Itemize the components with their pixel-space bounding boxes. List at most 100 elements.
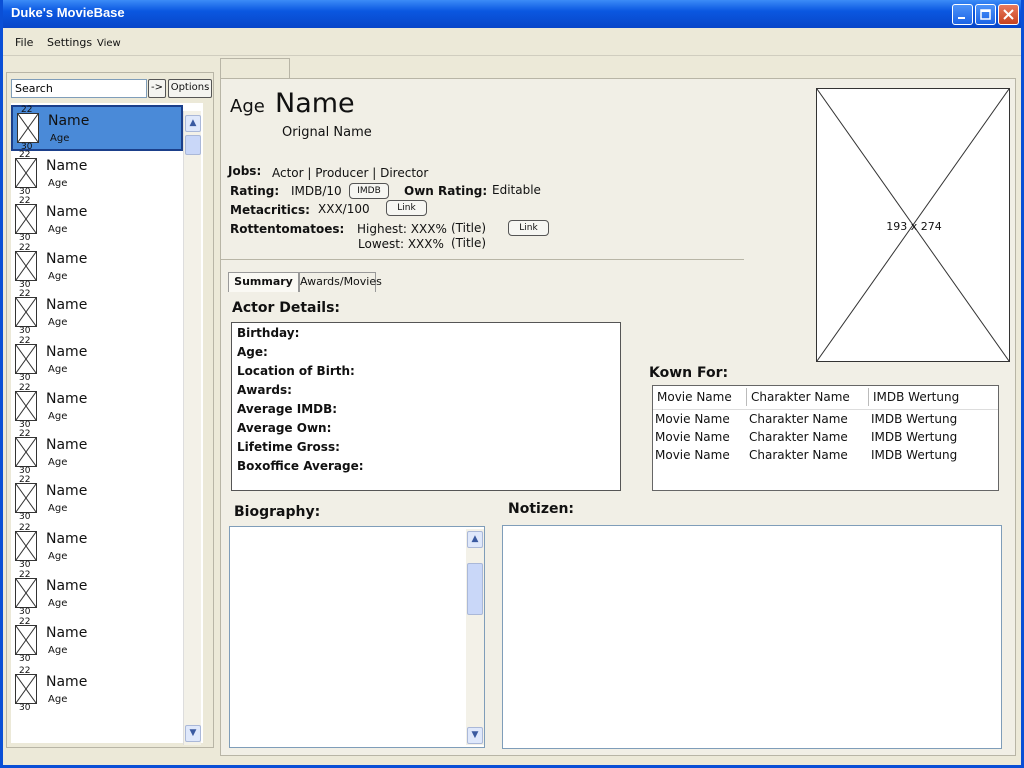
scroll-down-icon[interactable]: ▼ xyxy=(467,727,483,744)
window-title: Duke's MovieBase xyxy=(11,5,125,20)
column-header-imdb[interactable]: IMDB Wertung xyxy=(873,390,959,404)
actor-thumbnail-icon xyxy=(15,437,37,467)
table-cell[interactable]: Movie Name xyxy=(655,448,730,462)
thumb-bottom-number: 30 xyxy=(19,560,31,570)
tab-summary[interactable]: Summary xyxy=(228,272,299,292)
list-item-age: Age xyxy=(48,224,68,235)
list-item[interactable]: 22 30 Name Age xyxy=(11,150,183,198)
list-item-age: Age xyxy=(48,551,68,562)
list-item[interactable]: 22 30 Name Age xyxy=(11,197,183,244)
scroll-thumb[interactable] xyxy=(185,135,201,155)
thumb-top-number: 22 xyxy=(19,150,31,160)
close-button[interactable] xyxy=(998,4,1019,25)
rotten-link-button[interactable]: Link xyxy=(508,220,549,236)
tab-awards-movies[interactable]: Awards/Movies xyxy=(299,272,382,292)
search-go-button[interactable]: -> xyxy=(148,79,166,98)
table-cell[interactable]: IMDB Wertung xyxy=(871,412,957,426)
rottentomatoes-label: Rottentomatoes: xyxy=(230,222,345,236)
actor-thumbnail-icon xyxy=(15,344,37,374)
detail-boxoffice-average: Boxoffice Average: xyxy=(237,459,364,473)
thumb-bottom-number: 30 xyxy=(19,512,31,522)
thumb-top-number: 22 xyxy=(19,475,31,485)
list-item-name: Name xyxy=(46,344,88,360)
actor-list[interactable]: 22 30 Name Age 22 30 Name Age 22 30 Name Age 22 30 Nam… xyxy=(11,103,203,743)
own-rating-value[interactable]: Editable xyxy=(492,183,541,197)
metacritics-label: Metacritics: xyxy=(230,203,310,217)
poster-image: 193 x 274 xyxy=(816,88,1010,362)
column-header-character[interactable]: Charakter Name xyxy=(751,390,850,404)
options-button[interactable]: Options xyxy=(168,79,212,98)
search-input[interactable] xyxy=(11,79,147,98)
table-cell[interactable]: Charakter Name xyxy=(749,448,848,462)
list-item[interactable]: 22 30 Name Age xyxy=(11,524,183,571)
imdb-button[interactable]: IMDB xyxy=(349,183,389,199)
title-bar[interactable]: Duke's MovieBase xyxy=(3,0,1021,28)
list-item[interactable]: 22 30 Name Age xyxy=(11,383,183,431)
list-item[interactable]: 22 30 Name Age xyxy=(11,337,183,384)
list-item-name: Name xyxy=(46,204,88,220)
list-item-name: Name xyxy=(48,113,90,129)
menu-settings[interactable]: Settings xyxy=(47,36,92,49)
list-item[interactable]: 22 30 Name Age xyxy=(11,430,183,477)
metacritics-link-button[interactable]: Link xyxy=(386,200,427,216)
maximize-button[interactable] xyxy=(975,4,996,25)
list-item-name: Name xyxy=(46,158,88,174)
table-cell[interactable]: IMDB Wertung xyxy=(871,430,957,444)
top-tab[interactable] xyxy=(220,58,290,80)
table-cell[interactable]: Charakter Name xyxy=(749,430,848,444)
detail-age: Age: xyxy=(237,345,268,359)
thumb-bottom-number: 30 xyxy=(19,373,31,383)
minimize-icon xyxy=(958,17,965,19)
column-header-movie[interactable]: Movie Name xyxy=(657,390,732,404)
menu-view[interactable]: View xyxy=(97,38,121,49)
actor-thumbnail-icon xyxy=(15,578,37,608)
thumb-top-number: 22 xyxy=(19,617,31,627)
list-item[interactable]: 22 30 Name Age xyxy=(11,475,183,523)
notes-title: Notizen: xyxy=(508,501,575,517)
close-icon xyxy=(1003,9,1014,20)
list-item-age: Age xyxy=(48,411,68,422)
list-item-name: Name xyxy=(46,437,88,453)
thumb-top-number: 22 xyxy=(19,383,31,393)
minimize-button[interactable] xyxy=(952,4,973,25)
list-item-name: Name xyxy=(46,625,88,641)
list-item-name: Name xyxy=(46,674,88,690)
biography-textarea[interactable]: ▲ ▼ xyxy=(229,526,485,748)
list-item[interactable]: 22 30 Name Age xyxy=(11,571,183,618)
list-item-name: Name xyxy=(46,251,88,267)
menu-bar: File Settings View xyxy=(3,28,1021,56)
table-cell[interactable]: Charakter Name xyxy=(749,412,848,426)
list-item-age: Age xyxy=(48,694,68,705)
detail-average-own: Average Own: xyxy=(237,421,332,435)
thumb-top-number: 22 xyxy=(19,243,31,253)
actor-details-box: Birthday: Age: Location of Birth: Awards… xyxy=(231,322,621,491)
list-item[interactable]: 22 30 Name Age xyxy=(11,105,183,152)
menu-file[interactable]: File xyxy=(15,36,33,49)
actor-list-scrollbar[interactable]: ▲ ▼ xyxy=(183,111,201,745)
table-cell[interactable]: Movie Name xyxy=(655,412,730,426)
thumb-bottom-number: 30 xyxy=(19,233,31,243)
rotten-lowest: Lowest: XXX% xyxy=(358,237,444,251)
jobs-value: Actor | Producer | Director xyxy=(272,166,429,180)
scroll-up-icon[interactable]: ▲ xyxy=(467,531,483,548)
list-item[interactable]: 22 30 Name Age xyxy=(11,667,183,714)
thumb-bottom-number: 30 xyxy=(19,607,31,617)
scroll-thumb[interactable] xyxy=(467,563,483,615)
notes-textarea[interactable] xyxy=(502,525,1002,749)
actor-list-panel: -> Options 2230NameAge2230NameAge2230Nam… xyxy=(6,72,214,748)
scroll-up-icon[interactable]: ▲ xyxy=(185,115,201,132)
table-cell[interactable]: Movie Name xyxy=(655,430,730,444)
list-item[interactable]: 22 30 Name Age xyxy=(11,617,183,665)
scroll-down-icon[interactable]: ▼ xyxy=(185,725,201,742)
biography-scrollbar[interactable]: ▲ ▼ xyxy=(466,529,484,745)
list-item-name: Name xyxy=(46,297,88,313)
table-cell[interactable]: IMDB Wertung xyxy=(871,448,957,462)
list-item-age: Age xyxy=(48,364,68,375)
detail-location: Location of Birth: xyxy=(237,364,355,378)
actor-details-title: Actor Details: xyxy=(232,300,341,316)
actor-name: Name xyxy=(275,88,355,119)
list-item[interactable]: 22 30 Name Age xyxy=(11,243,183,291)
thumb-bottom-number: 30 xyxy=(19,326,31,336)
list-item[interactable]: 22 30 Name Age xyxy=(11,290,183,337)
thumb-bottom-number: 30 xyxy=(19,654,31,664)
